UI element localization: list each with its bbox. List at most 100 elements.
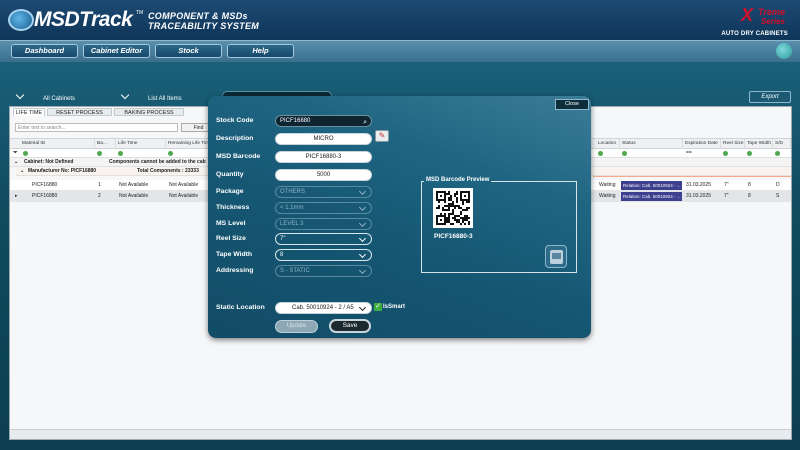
nav-cabinet-editor[interactable]: Cabinet Editor	[83, 44, 150, 58]
filter-icon[interactable]	[168, 151, 173, 156]
cell-ba: 1	[98, 182, 101, 188]
tape-width-select[interactable]: 8	[275, 249, 372, 261]
ms-level-value: LEVEL 3	[280, 221, 304, 227]
logo-msd: MSD	[34, 8, 80, 31]
static-location-value: Cab. 50010924 - 2 / A5	[292, 305, 354, 311]
stock-code-input[interactable]: PICF16880 ⌕	[275, 115, 372, 127]
chevron-down-icon	[358, 219, 367, 228]
label-static-location: Static Location	[216, 304, 265, 311]
stock-code-value: PICF16880	[280, 118, 311, 124]
col-reel-size[interactable]: Reel Size	[721, 139, 745, 149]
cell-sd: D	[776, 182, 780, 188]
all-cabinets-dropdown[interactable]: All Cabinets	[15, 90, 75, 104]
nav-stock[interactable]: Stock	[155, 44, 222, 58]
brand-tagline: AUTO DRY CABINETS	[721, 31, 788, 37]
eraser-icon[interactable]: ✎	[375, 130, 389, 142]
qr-code-pattern	[436, 191, 470, 225]
filter-icon[interactable]	[118, 151, 123, 156]
logo-subtitle-2: TRACEABILITY SYSTEM	[148, 21, 260, 31]
funnel-icon[interactable]: ⏷	[13, 150, 18, 157]
update-button[interactable]: Update	[275, 320, 318, 333]
close-button[interactable]: Close	[555, 99, 589, 110]
cell-reel: 7"	[724, 182, 729, 188]
description-input[interactable]: MICRO	[275, 133, 372, 145]
col-expiration-date[interactable]: Expiration Date	[683, 139, 721, 149]
label-reel-size: Reel Size	[216, 235, 246, 242]
nav-help[interactable]: Help	[227, 44, 294, 58]
qr-module	[468, 223, 470, 225]
col-material-id[interactable]: Material ID	[20, 139, 95, 149]
qr-code-icon	[433, 188, 473, 228]
filter-icon[interactable]	[747, 151, 752, 156]
filter-icon[interactable]	[723, 151, 728, 156]
tab-life-time[interactable]: LIFE TIME	[13, 108, 45, 116]
cell-location: Waiting	[599, 193, 616, 199]
print-button[interactable]	[545, 245, 567, 268]
nav-dashboard[interactable]: Dashboard	[11, 44, 78, 58]
export-button[interactable]: Export	[749, 91, 791, 103]
brand-logo: X Treme Series AUTO DRY CABINETS	[718, 4, 788, 38]
chevron-down-icon	[358, 250, 367, 259]
grid-search-input[interactable]: Enter text to search...	[15, 123, 178, 132]
cell-exp: 31.03.2025	[686, 182, 712, 188]
col-ba[interactable]: Ba...	[95, 139, 116, 149]
chevron-down-icon	[358, 203, 367, 212]
label-package: Package	[216, 188, 244, 195]
chevron-down-icon	[15, 90, 25, 100]
package-value: OTHERS	[280, 189, 306, 195]
cell-status: Relation: Cab. 50010924 - ...	[621, 181, 682, 190]
logo-text: MSDTrack	[34, 8, 133, 32]
filter-icon[interactable]	[775, 151, 780, 156]
chevron-down-icon	[358, 234, 367, 243]
chevron-down-icon	[358, 266, 367, 275]
tab-baking-process[interactable]: BAKING PROCESS	[114, 108, 184, 116]
filter-icon[interactable]	[622, 151, 627, 156]
is-smart-label: IsSmart	[383, 304, 406, 310]
list-all-items-label: List All Items	[148, 96, 182, 102]
brand-treme: Treme	[758, 7, 785, 17]
status-circle-icon[interactable]	[776, 43, 792, 59]
label-msd-barcode: MSD Barcode	[216, 153, 261, 160]
label-tape-width: Tape Width	[216, 251, 253, 258]
col-status[interactable]: Status	[620, 139, 683, 149]
package-select: OTHERS	[275, 186, 372, 198]
group-cabinet-label: Cabinet: Not Defined	[24, 159, 74, 165]
collapse-icon[interactable]: ⌄	[14, 158, 18, 167]
chevron-down-icon	[358, 187, 367, 196]
col-life-time[interactable]: Life Time	[116, 139, 166, 149]
cell-life: Not Available	[119, 182, 149, 188]
nav-bar: Dashboard Cabinet Editor Stock Help	[0, 40, 800, 62]
collapse-icon[interactable]: ⌄	[20, 167, 24, 176]
reel-size-select[interactable]: 7"	[275, 233, 372, 245]
cell-location: Waiting	[599, 182, 616, 188]
col-location[interactable]: Location	[596, 139, 620, 149]
msd-barcode-input[interactable]: PICF16880-3	[275, 151, 372, 163]
save-button[interactable]: Save	[329, 319, 371, 333]
brand-series: Series	[760, 17, 785, 26]
logo-subtitle-1: COMPONENT & MSDs	[148, 11, 248, 21]
chevron-down-icon	[358, 303, 367, 312]
ms-level-select: LEVEL 3	[275, 218, 372, 230]
reel-size-value: 7"	[280, 236, 286, 242]
thickness-select: < 1.1mm	[275, 202, 372, 214]
list-all-items-dropdown[interactable]: List All Items	[120, 90, 182, 104]
filter-icon[interactable]	[97, 151, 102, 156]
tab-reset-process[interactable]: RESET PROCESS	[47, 108, 112, 116]
filter-icon[interactable]	[598, 151, 603, 156]
col-sd[interactable]: S/D	[773, 139, 791, 149]
search-icon[interactable]: ⌕	[363, 118, 367, 128]
group-total-label: Total Components : 23333	[137, 168, 199, 174]
thickness-value: < 1.1mm	[280, 205, 304, 211]
label-ms-level: MS Level	[216, 220, 246, 227]
barcode-preview-title: MSD Barcode Preview	[424, 177, 492, 183]
static-location-select[interactable]: Cab. 50010924 - 2 / A5	[275, 302, 372, 314]
col-tape-width[interactable]: Tape Width	[745, 139, 773, 149]
filter-icon[interactable]	[23, 151, 28, 156]
filter-exp-operator[interactable]: ==	[686, 149, 692, 158]
app-header: MSDTrack TM COMPONENT & MSDs TRACEABILIT…	[0, 0, 800, 40]
logo-bubble-icon	[8, 9, 34, 31]
quantity-input[interactable]: 5000	[275, 169, 372, 181]
is-smart-checkbox[interactable]: ✓	[374, 303, 382, 311]
cell-tape: 8	[748, 193, 751, 199]
printer-icon-detail	[552, 253, 561, 259]
